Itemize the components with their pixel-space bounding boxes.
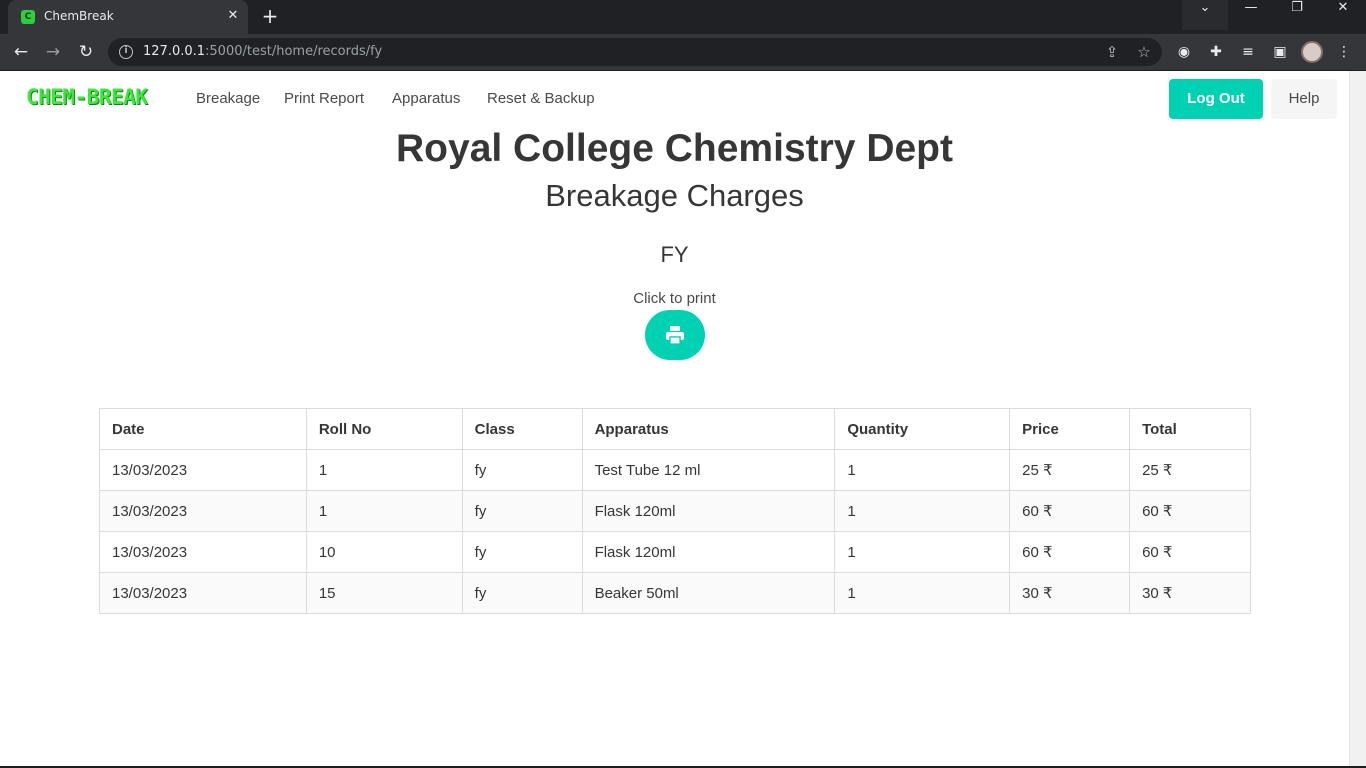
table-row: 13/03/2023 1 fy Test Tube 12 ml 1 25 ₹ 2… — [99, 449, 1251, 491]
column-header-quantity: Quantity — [834, 408, 1011, 450]
cell-total: 60 ₹ — [1129, 531, 1251, 573]
scrollbar[interactable] — [1349, 71, 1366, 766]
cell-roll-no: 15 — [305, 572, 463, 614]
column-header-date: Date — [99, 408, 307, 450]
tab-close-icon[interactable]: ✕ — [224, 7, 242, 25]
extension-icon[interactable]: ◉ — [1174, 42, 1194, 62]
cell-price: 30 ₹ — [1009, 572, 1131, 614]
table-row: 13/03/2023 1 fy Flask 120ml 1 60 ₹ 60 ₹ — [99, 490, 1251, 532]
cell-roll-no: 1 — [305, 490, 463, 532]
column-header-apparatus: Apparatus — [581, 408, 836, 450]
cell-price: 60 ₹ — [1009, 531, 1131, 573]
close-window-button[interactable]: ✕ — [1320, 0, 1366, 30]
cell-date: 13/03/2023 — [99, 449, 307, 491]
info-icon[interactable]: i — [119, 45, 133, 59]
profile-avatar[interactable] — [1301, 41, 1323, 63]
page: CHEM-BREAK Breakage Print Report Apparat… — [0, 71, 1349, 766]
logout-button[interactable]: Log Out — [1169, 79, 1263, 119]
column-header-class: Class — [461, 408, 583, 450]
printer-icon — [666, 326, 684, 345]
minimize-button[interactable]: — — [1228, 0, 1274, 30]
nav-link-apparatus[interactable]: Apparatus — [392, 90, 460, 107]
favicon-icon: C — [21, 10, 35, 24]
cell-apparatus: Flask 120ml — [581, 531, 836, 573]
cell-apparatus: Flask 120ml — [581, 490, 836, 532]
side-panel-icon[interactable]: ▣ — [1270, 42, 1290, 62]
cell-date: 13/03/2023 — [99, 490, 307, 532]
share-icon[interactable]: ⇪ — [1102, 42, 1122, 62]
restore-button[interactable]: ❐ — [1274, 0, 1320, 30]
cell-total: 60 ₹ — [1129, 490, 1251, 532]
cell-class: fy — [461, 572, 583, 614]
cell-class: fy — [461, 531, 583, 573]
cell-price: 25 ₹ — [1009, 449, 1131, 491]
tab-search-button[interactable]: ⌄ — [1182, 0, 1228, 30]
nav-link-reset-backup[interactable]: Reset & Backup — [487, 90, 595, 107]
cell-date: 13/03/2023 — [99, 531, 307, 573]
arrow-left-icon: ← — [13, 42, 29, 62]
reading-list-icon[interactable]: ≡ — [1238, 42, 1258, 62]
cell-quantity: 1 — [834, 490, 1011, 532]
column-header-total: Total — [1129, 408, 1251, 450]
browser-tab[interactable]: C ChemBreak ✕ — [8, 0, 248, 34]
page-title: Royal College Chemistry Dept — [396, 127, 953, 170]
cell-quantity: 1 — [834, 531, 1011, 573]
back-button[interactable]: ← — [9, 40, 33, 64]
table-row: 13/03/2023 15 fy Beaker 50ml 1 30 ₹ 30 ₹ — [99, 572, 1251, 614]
cell-total: 25 ₹ — [1129, 449, 1251, 491]
cell-quantity: 1 — [834, 449, 1011, 491]
cell-roll-no: 10 — [305, 531, 463, 573]
cell-class: fy — [461, 449, 583, 491]
reload-button[interactable]: ↻ — [74, 40, 98, 64]
tab-title: ChemBreak — [44, 9, 114, 23]
brand-logo[interactable]: CHEM-BREAK — [26, 85, 148, 109]
cell-class: fy — [461, 490, 583, 532]
menu-kebab-icon[interactable]: ⋮ — [1334, 42, 1354, 62]
page-subtitle: Breakage Charges — [545, 178, 804, 213]
table-row: 13/03/2023 10 fy Flask 120ml 1 60 ₹ 60 ₹ — [99, 531, 1251, 573]
print-hint: Click to print — [633, 290, 716, 307]
column-header-price: Price — [1009, 408, 1131, 450]
arrow-right-icon: → — [45, 42, 61, 62]
cell-total: 30 ₹ — [1129, 572, 1251, 614]
new-tab-button[interactable]: + — [258, 5, 282, 29]
url-host: 127.0.0.1 — [143, 44, 206, 59]
records-table: Date Roll No Class Apparatus Quantity Pr… — [99, 408, 1251, 614]
url-path: :5000/test/home/records/fy — [205, 44, 383, 59]
forward-button[interactable]: → — [41, 40, 65, 64]
column-header-roll-no: Roll No — [305, 408, 463, 450]
reload-icon: ↻ — [78, 42, 94, 62]
cell-apparatus: Test Tube 12 ml — [581, 449, 836, 491]
cell-roll-no: 1 — [305, 449, 463, 491]
cell-price: 60 ₹ — [1009, 490, 1131, 532]
browser-toolbar: ← → ↻ i 127.0.0.1:5000/test/home/records… — [0, 34, 1366, 70]
puzzle-icon[interactable]: ✚ — [1206, 42, 1226, 62]
help-button[interactable]: Help — [1271, 79, 1337, 119]
cell-apparatus: Beaker 50ml — [581, 572, 836, 614]
cell-quantity: 1 — [834, 572, 1011, 614]
url-text[interactable]: 127.0.0.1:5000/test/home/records/fy — [143, 44, 382, 59]
class-heading: FY — [660, 242, 689, 267]
table-header-row: Date Roll No Class Apparatus Quantity Pr… — [99, 408, 1251, 450]
cell-date: 13/03/2023 — [99, 572, 307, 614]
browser-tab-strip: C ChemBreak ✕ + ⌄ — ❐ ✕ — [0, 0, 1366, 34]
print-button[interactable] — [645, 310, 705, 360]
star-icon[interactable]: ☆ — [1134, 42, 1154, 62]
nav-link-breakage[interactable]: Breakage — [196, 90, 260, 107]
address-bar[interactable]: i 127.0.0.1:5000/test/home/records/fy ⇪ … — [108, 38, 1162, 66]
nav-link-print-report[interactable]: Print Report — [284, 90, 364, 107]
